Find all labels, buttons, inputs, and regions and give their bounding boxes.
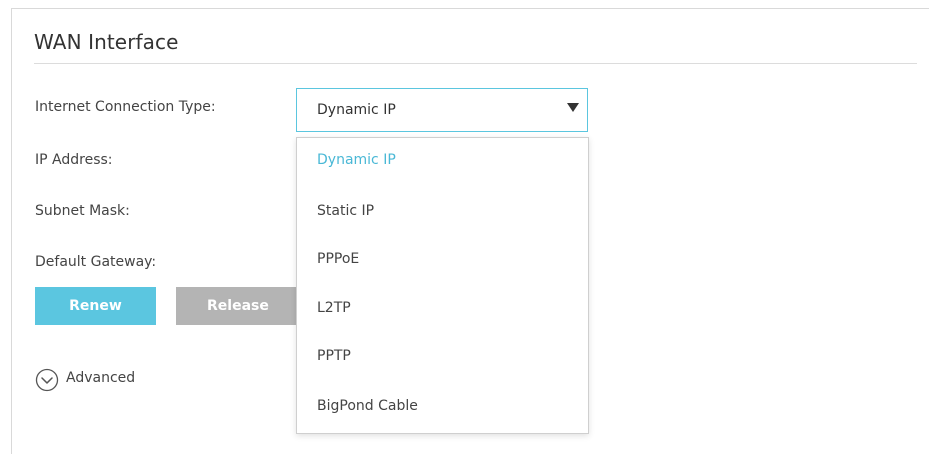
release-button[interactable]: Release bbox=[176, 287, 296, 325]
option-static-ip[interactable]: Static IP bbox=[317, 203, 374, 219]
section-title: WAN Interface bbox=[34, 30, 179, 54]
default-gateway-label: Default Gateway: bbox=[35, 254, 157, 270]
connection-type-label: Internet Connection Type: bbox=[35, 99, 216, 115]
advanced-label: Advanced bbox=[66, 370, 136, 386]
option-pppoe[interactable]: PPPoE bbox=[317, 251, 359, 267]
caret-down-icon bbox=[567, 103, 579, 112]
connection-type-select[interactable]: Dynamic IP bbox=[296, 88, 588, 132]
option-dynamic-ip[interactable]: Dynamic IP bbox=[317, 152, 396, 168]
connection-type-dropdown: Dynamic IP Static IP PPPoE L2TP PPTP Big… bbox=[296, 137, 589, 434]
ip-address-label: IP Address: bbox=[35, 152, 113, 168]
chevron-down-circle-icon bbox=[35, 368, 59, 392]
renew-button[interactable]: Renew bbox=[35, 287, 156, 325]
connection-type-value: Dynamic IP bbox=[317, 102, 396, 118]
title-divider bbox=[34, 63, 917, 64]
option-l2tp[interactable]: L2TP bbox=[317, 300, 351, 316]
option-bigpond-cable[interactable]: BigPond Cable bbox=[317, 398, 418, 414]
option-pptp[interactable]: PPTP bbox=[317, 348, 351, 364]
subnet-mask-label: Subnet Mask: bbox=[35, 203, 130, 219]
